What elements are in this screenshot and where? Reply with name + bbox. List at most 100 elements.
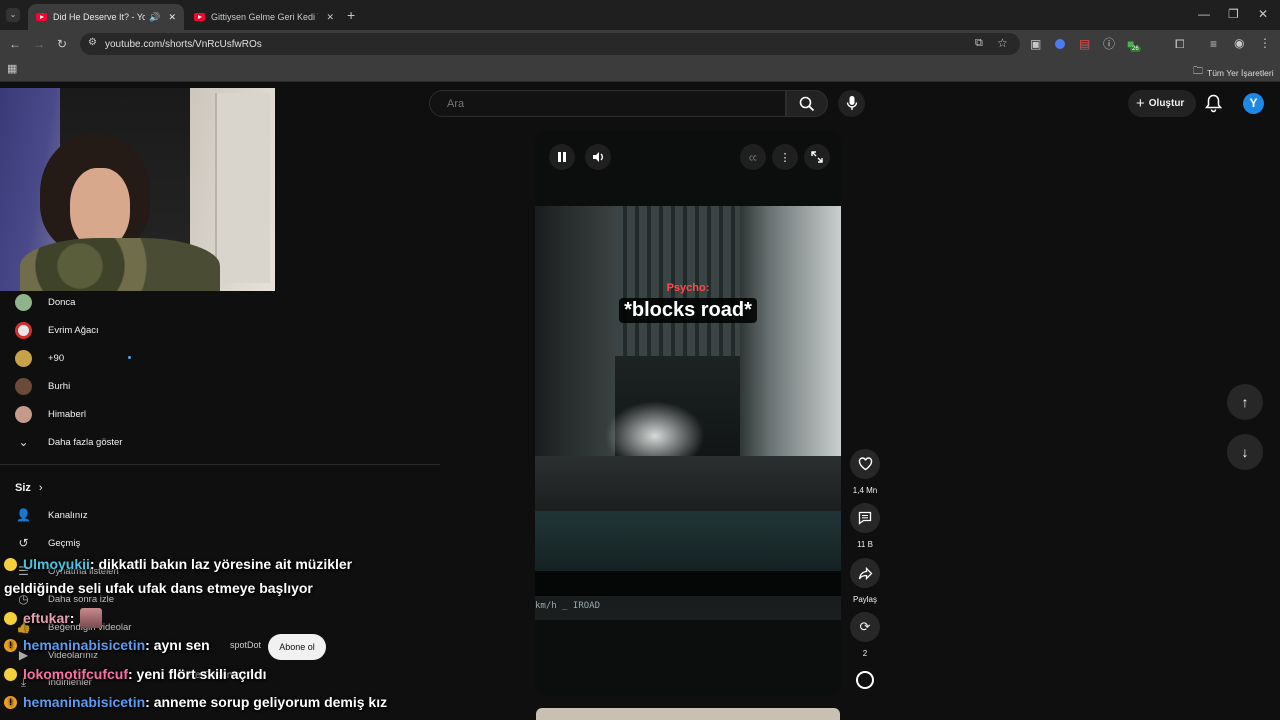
reload-icon[interactable]: ↻	[57, 38, 67, 50]
chat-message: lokomotifcufcuf : yeni flört skili açıld…	[4, 666, 266, 682]
bell-icon	[1204, 94, 1223, 113]
more-options-button[interactable]: ⋮	[772, 144, 798, 170]
emote-icon	[80, 608, 103, 628]
like-count: 1,4 Mn	[852, 486, 878, 495]
search-input[interactable]	[429, 90, 786, 117]
extensions-puzzle-icon[interactable]: ⧠	[1175, 38, 1185, 50]
chat-text: : dikkatli bakın laz yöresine ait müzikl…	[89, 556, 353, 572]
extension-red-icon[interactable]: ▤	[1079, 38, 1090, 50]
voice-search-button[interactable]	[838, 90, 865, 117]
extension-icon[interactable]: ▣	[1030, 38, 1041, 50]
fullscreen-button[interactable]	[804, 144, 830, 170]
comment-count: 11 B	[857, 540, 873, 549]
forward-icon[interactable]: →	[33, 38, 45, 50]
search-button[interactable]	[786, 90, 828, 117]
extension-blue-icon[interactable]	[1055, 39, 1065, 49]
sound-action[interactable]	[850, 665, 880, 695]
like-action[interactable]: 1,4 Mn	[850, 449, 880, 495]
channel-avatar	[15, 349, 32, 367]
warning-badge-icon: !	[4, 695, 17, 709]
chat-user: Ulmoyukii	[23, 556, 90, 572]
tab-close-icon[interactable]: ✕	[168, 12, 176, 23]
share-button[interactable]	[850, 558, 880, 588]
plus-icon: +	[1136, 95, 1145, 112]
like-button[interactable]	[850, 449, 880, 479]
chat-user: hemaninabisicetin	[23, 694, 146, 710]
sidebar-divider	[0, 464, 440, 465]
browser-menu-icon[interactable]: ⋮	[1259, 37, 1271, 49]
address-bar[interactable]: ⚙ youtube.com/shorts/VnRcUsfwROs ⧉ ☆	[80, 33, 1020, 55]
overlay-caption-text: *blocks road*	[619, 298, 757, 323]
media-control-icon[interactable]: ≡	[1210, 38, 1217, 50]
comments-button[interactable]	[850, 503, 880, 533]
tab-did-he-deserve-it[interactable]: Did He Deserve It? - YouTube 🔊 ✕	[28, 4, 184, 30]
install-icon[interactable]: ⧉	[975, 38, 983, 49]
sidebar-item-history[interactable]: ↺ Geçmiş	[15, 533, 80, 553]
all-bookmarks-folder[interactable]: 🗀 Tüm Yer İşaretleri	[1193, 64, 1274, 81]
sidebar-sub-burhi[interactable]: Burhi	[15, 376, 70, 396]
pause-button[interactable]	[549, 144, 575, 170]
sidebar-you-section[interactable]: Siz ›	[15, 478, 43, 498]
next-short-preview	[536, 708, 840, 720]
chat-message: ! hemaninabisicetin : aynı sen	[4, 637, 210, 653]
tab-gittiysen-gelme[interactable]: Gittiysen Gelme Geri Kedi Versiyon ✕	[186, 4, 342, 30]
sound-button[interactable]	[850, 665, 880, 695]
notifications-button[interactable]	[1204, 94, 1223, 118]
profile-icon[interactable]: ◉	[1234, 37, 1244, 49]
channel-avatar	[15, 321, 32, 339]
channel-avatar	[15, 377, 32, 395]
site-info-icon[interactable]: ⚙	[88, 38, 97, 48]
moon-badge-icon	[4, 667, 17, 681]
remix-button[interactable]: ⟳	[850, 612, 880, 642]
chat-user: eftukar	[23, 610, 70, 626]
bookmark-star-icon[interactable]: ☆	[997, 37, 1008, 49]
volume-button[interactable]	[585, 144, 611, 170]
heart-icon	[858, 457, 872, 471]
tab-title: Gittiysen Gelme Geri Kedi Versiyon	[211, 12, 318, 22]
chat-text: : yeni flört skili açıldı	[128, 666, 267, 682]
folder-icon: 🗀	[1193, 66, 1203, 77]
create-button[interactable]: + Oluştur	[1128, 90, 1196, 117]
previous-short-button[interactable]: ↑	[1227, 384, 1263, 420]
sidebar-sub-donca[interactable]: Donca	[15, 292, 75, 312]
sidebar-item-label: Himaberl	[48, 408, 87, 420]
sidebar-sub-evrim-agaci[interactable]: Evrim Ağacı	[15, 320, 99, 340]
volume-icon	[593, 152, 603, 162]
share-action[interactable]: Paylaş	[850, 558, 880, 604]
streamer-webcam	[0, 88, 275, 291]
account-avatar[interactable]: Y	[1243, 93, 1264, 114]
search-icon	[799, 96, 815, 112]
extension-badge: 26	[1130, 46, 1141, 52]
section-title: Siz	[15, 482, 31, 494]
tab-close-icon[interactable]: ✕	[326, 12, 334, 23]
subscribe-button[interactable]: Abone ol	[268, 634, 326, 660]
chat-text: geldiğinde seli ufak ufak dans etmeye ba…	[4, 580, 313, 596]
speaker-icon: 🔊	[149, 11, 161, 22]
shorts-player[interactable]: Psycho: *blocks road* km/h _ IROAD ㏄ ⋮	[535, 130, 841, 696]
sidebar-item-channel[interactable]: 👤 Kanalınız	[15, 505, 88, 525]
tab-search-icon[interactable]: ⌄	[6, 8, 20, 22]
channel-name[interactable]: spotDot	[230, 640, 261, 650]
chat-user: lokomotifcufcuf	[23, 666, 128, 682]
arrow-down-icon: ↓	[1241, 444, 1249, 460]
minimize-icon[interactable]: —	[1198, 8, 1210, 20]
sidebar-item-label: +90	[48, 352, 65, 364]
extension-info-icon[interactable]: ⓘ	[1103, 38, 1115, 50]
restore-icon[interactable]: ❐	[1228, 8, 1239, 20]
back-icon[interactable]: ←	[9, 38, 21, 50]
live-dot-icon	[128, 356, 131, 359]
remix-action[interactable]: ⟳ 2	[850, 612, 880, 658]
next-short-button[interactable]: ↓	[1227, 434, 1263, 470]
youtube-favicon-icon	[36, 13, 47, 21]
sidebar-sub-himaberl[interactable]: Himaberl	[15, 404, 86, 424]
captions-button[interactable]: ㏄	[740, 144, 766, 170]
window-close-icon[interactable]: ✕	[1258, 8, 1268, 20]
sidebar-item-label: Daha fazla göster	[48, 436, 123, 448]
apps-grid-icon[interactable]: ▦	[7, 64, 17, 75]
chat-message: geldiğinde seli ufak ufak dans etmeye ba…	[4, 580, 313, 596]
sidebar-sub-plus90[interactable]: +90	[15, 348, 131, 368]
new-tab-icon[interactable]: +	[347, 8, 355, 22]
sidebar-show-more[interactable]: ⌄ Daha fazla göster	[15, 432, 122, 452]
comments-action[interactable]: 11 B	[850, 503, 880, 549]
sidebar-item-label: Burhi	[48, 380, 71, 392]
